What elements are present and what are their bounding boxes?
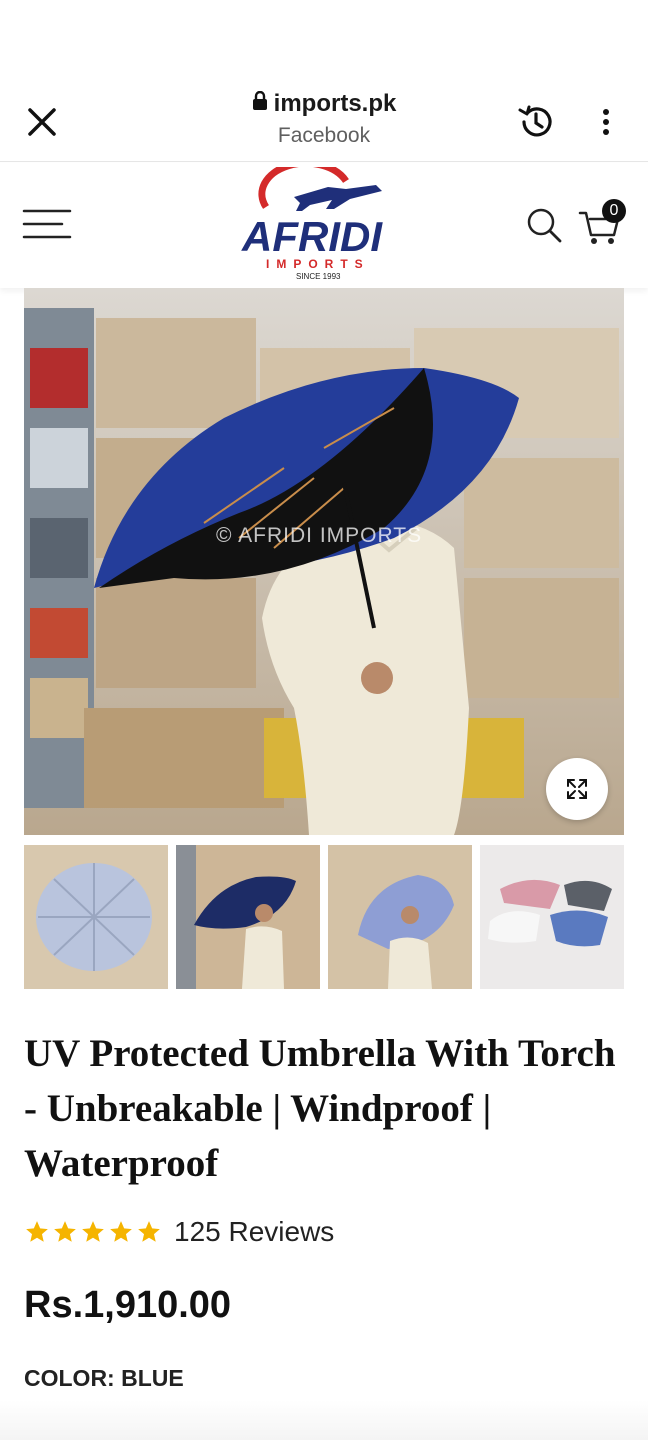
more-options-icon[interactable]	[590, 102, 622, 142]
star-icon	[110, 1221, 132, 1242]
close-icon[interactable]	[22, 102, 62, 142]
expand-icon[interactable]	[546, 758, 608, 820]
star-icon	[54, 1221, 76, 1242]
star-icon	[82, 1221, 104, 1242]
address-display[interactable]: imports.pk Facebook	[180, 90, 468, 148]
thumbnail-4[interactable]	[480, 845, 624, 989]
product-main-image[interactable]: © AFRIDI IMPORTS	[24, 288, 624, 835]
page-divider	[0, 1400, 648, 1440]
logo-tagline: IMPORTS	[266, 257, 370, 271]
product-price: Rs.1,910.00	[24, 1284, 232, 1326]
browser-toolbar: imports.pk Facebook	[0, 80, 648, 162]
thumbnail-strip	[24, 845, 624, 989]
star-icon	[26, 1221, 48, 1242]
thumbnail-3[interactable]	[328, 845, 472, 989]
menu-icon[interactable]	[22, 207, 72, 241]
lock-icon	[252, 90, 268, 118]
page-url: imports.pk	[273, 90, 397, 117]
star-icon	[138, 1221, 160, 1242]
product-rating[interactable]: 125 Reviews	[24, 1216, 334, 1248]
product-title: UV Protected Umbrella With Torch - Unbre…	[24, 1032, 616, 1185]
reviews-link[interactable]: 125 Reviews	[174, 1216, 334, 1248]
search-icon[interactable]	[524, 205, 564, 245]
star-rating	[24, 1219, 162, 1245]
history-icon[interactable]	[514, 100, 558, 144]
store-logo[interactable]: AFRIDI IMPORTS SINCE 1993	[236, 159, 412, 283]
thumbnail-1[interactable]	[24, 845, 168, 989]
image-watermark: © AFRIDI IMPORTS	[216, 524, 423, 547]
store-header: AFRIDI IMPORTS SINCE 1993 0	[0, 159, 648, 288]
thumbnail-2[interactable]	[176, 845, 320, 989]
logo-since: SINCE 1993	[296, 272, 341, 281]
cart-count-badge: 0	[602, 199, 626, 223]
logo-wordmark: AFRIDI	[241, 213, 383, 260]
referrer-label: Facebook	[277, 124, 371, 147]
cart-button[interactable]: 0	[578, 199, 628, 247]
color-selector-label: COLOR: BLUE	[24, 1365, 184, 1391]
